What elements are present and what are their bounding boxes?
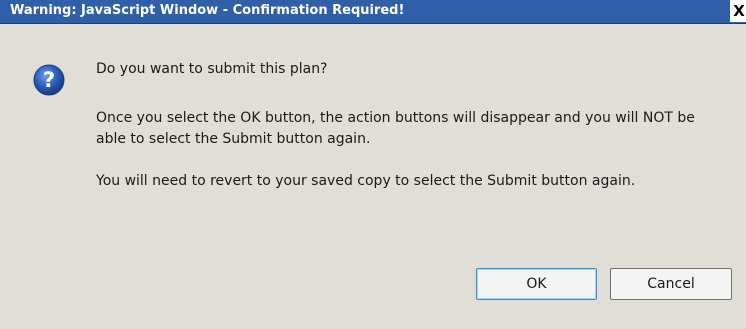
close-icon: X (733, 2, 745, 20)
ok-button[interactable]: OK (476, 268, 597, 300)
svg-text:?: ? (43, 68, 55, 92)
question-icon: ? (33, 64, 65, 96)
dialog-title: Warning: JavaScript Window - Confirmatio… (10, 3, 405, 18)
dialog-body: ? Do you want to submit this plan? Once … (0, 24, 746, 329)
close-button[interactable]: X (730, 0, 746, 22)
dialog-question: Do you want to submit this plan? (96, 61, 328, 77)
dialog-revert-text: You will need to revert to your saved co… (96, 173, 636, 189)
confirm-dialog: Warning: JavaScript Window - Confirmatio… (0, 0, 746, 329)
dialog-titlebar[interactable]: Warning: JavaScript Window - Confirmatio… (0, 0, 746, 24)
cancel-button[interactable]: Cancel (610, 268, 732, 300)
dialog-warning-text: Once you select the OK button, the actio… (96, 110, 695, 147)
